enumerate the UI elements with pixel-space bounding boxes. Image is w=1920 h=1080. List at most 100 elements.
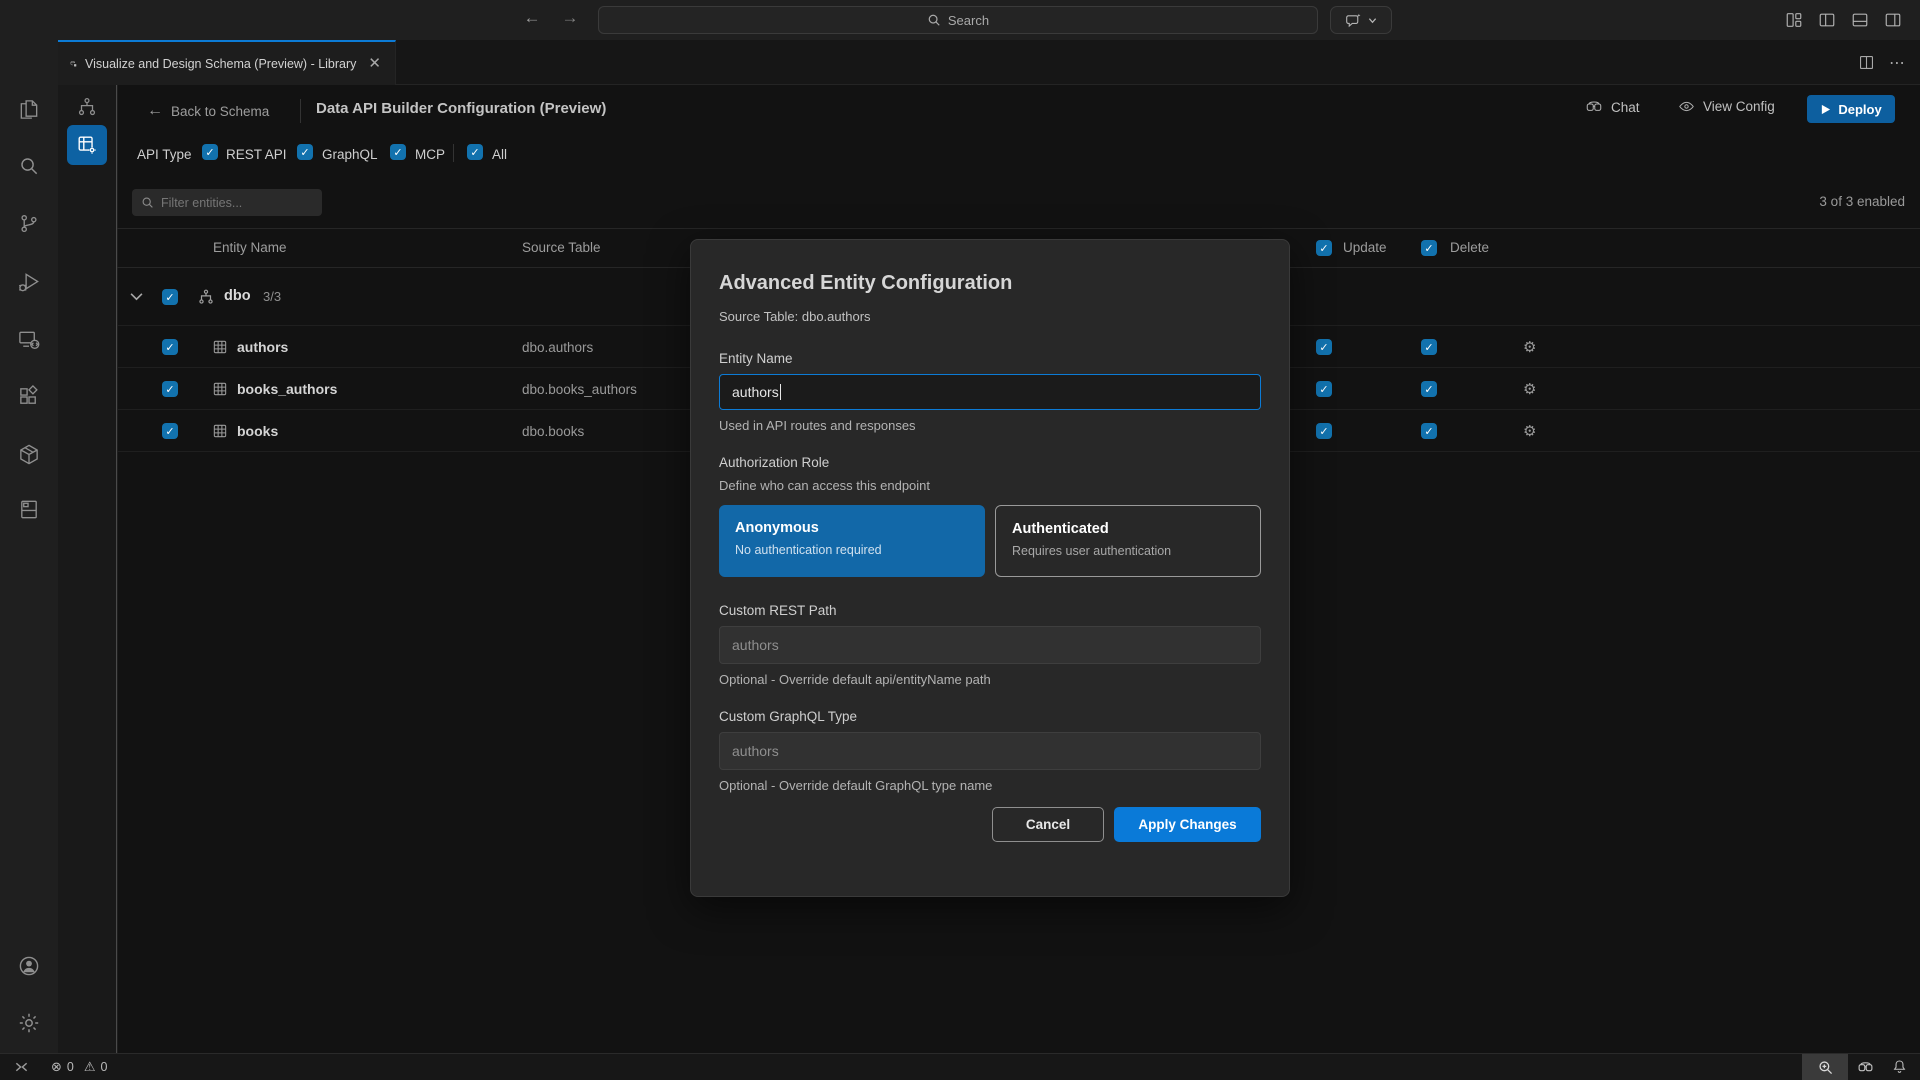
entity-name-value: authors (732, 384, 779, 400)
row-delete-checkbox[interactable] (1421, 339, 1437, 355)
schema-view-icon[interactable] (76, 96, 98, 118)
auth-option-anonymous[interactable]: Anonymous No authentication required (719, 505, 985, 577)
filter-divider (453, 144, 454, 162)
api-type-label: API Type (137, 147, 192, 162)
filter-placeholder: Filter entities... (161, 196, 242, 210)
entity-name: books (237, 423, 278, 439)
toggle-primary-sidebar-icon[interactable] (1818, 11, 1836, 29)
back-to-schema-button[interactable]: ← Back to Schema (147, 102, 269, 120)
entity-source: dbo.authors (522, 340, 593, 355)
authorization-role-label: Authorization Role (719, 455, 1261, 470)
extensions-icon[interactable] (18, 385, 41, 408)
deploy-button[interactable]: Deploy (1807, 95, 1895, 123)
authorization-role-help: Define who can access this endpoint (719, 478, 1261, 493)
row-update-checkbox[interactable] (1316, 423, 1332, 439)
left-arrow-icon: ← (147, 102, 163, 120)
zoom-indicator[interactable] (1802, 1054, 1848, 1080)
activity-bar (0, 40, 58, 1053)
toggle-secondary-sidebar-icon[interactable] (1884, 11, 1902, 29)
entity-source: dbo.books (522, 424, 584, 439)
row-settings-gear-icon[interactable]: ⚙ (1523, 380, 1536, 398)
remote-indicator-icon[interactable] (14, 1060, 29, 1074)
schema-name: dbo (224, 288, 251, 304)
rest-api-checkbox[interactable] (202, 144, 218, 160)
entity-name-help: Used in API routes and responses (719, 418, 1261, 433)
entity-name-input[interactable]: authors (719, 374, 1261, 410)
rest-api-label: REST API (226, 147, 287, 162)
row-delete-checkbox[interactable] (1421, 423, 1437, 439)
graphql-type-placeholder: authors (732, 743, 779, 759)
graphql-checkbox[interactable] (297, 144, 313, 160)
view-config-button[interactable]: View Config (1678, 98, 1775, 115)
row-settings-gear-icon[interactable]: ⚙ (1523, 422, 1536, 440)
cancel-button[interactable]: Cancel (992, 807, 1104, 842)
rest-path-input[interactable]: authors (719, 626, 1261, 664)
notifications-bell-icon[interactable] (1882, 1054, 1916, 1080)
customize-layout-icon[interactable] (1785, 11, 1803, 29)
copilot-chat-button[interactable] (1330, 6, 1392, 34)
col-update: Update (1343, 240, 1387, 255)
search-icon (927, 13, 941, 27)
row-update-checkbox[interactable] (1316, 381, 1332, 397)
row-update-checkbox[interactable] (1316, 339, 1332, 355)
auth-option-subtitle: No authentication required (735, 543, 969, 557)
command-center-search[interactable]: Search (598, 6, 1318, 34)
source-control-icon[interactable] (18, 212, 41, 235)
col-source-table: Source Table (522, 240, 601, 255)
copilot-status-icon[interactable] (1848, 1054, 1882, 1080)
package-icon[interactable] (18, 443, 41, 466)
chat-label: Chat (1611, 100, 1640, 115)
warnings-icon[interactable]: ⚠ (84, 1060, 96, 1075)
chat-sparkle-icon (1345, 12, 1362, 29)
split-editor-icon[interactable] (1858, 54, 1875, 71)
eye-icon (1678, 98, 1695, 115)
tab-label: Visualize and Design Schema (Preview) - … (85, 57, 356, 71)
more-actions-icon[interactable]: ⋯ (1889, 53, 1906, 73)
run-debug-icon[interactable] (18, 271, 41, 294)
designer-rail (58, 85, 117, 1053)
search-sidebar-icon[interactable] (18, 155, 41, 178)
errors-icon[interactable]: ⊗ (51, 1060, 62, 1075)
text-caret (780, 384, 781, 400)
error-count[interactable]: 0 (67, 1060, 74, 1074)
row-enabled-checkbox[interactable] (162, 381, 178, 397)
apply-changes-button[interactable]: Apply Changes (1114, 807, 1261, 842)
graphql-type-input[interactable]: authors (719, 732, 1261, 770)
settings-gear-icon[interactable] (17, 1011, 41, 1035)
tab-visualize-design-schema[interactable]: Visualize and Design Schema (Preview) - … (58, 40, 396, 85)
database-project-icon[interactable] (18, 498, 41, 521)
all-label: All (492, 147, 507, 162)
copilot-icon (1585, 98, 1603, 116)
row-enabled-checkbox[interactable] (162, 423, 178, 439)
remote-explorer-icon[interactable] (18, 328, 41, 351)
zoom-in-icon (1818, 1060, 1833, 1075)
all-checkbox[interactable] (467, 144, 483, 160)
update-all-checkbox[interactable] (1316, 240, 1332, 256)
delete-all-checkbox[interactable] (1421, 240, 1437, 256)
page-title: Data API Builder Configuration (Preview) (316, 100, 606, 117)
row-settings-gear-icon[interactable]: ⚙ (1523, 338, 1536, 356)
entity-name: authors (237, 339, 288, 355)
dialog-source-table: Source Table: dbo.authors (719, 309, 1261, 324)
back-to-schema-label: Back to Schema (171, 104, 269, 119)
mcp-checkbox[interactable] (390, 144, 406, 160)
explorer-icon[interactable] (18, 98, 41, 121)
account-icon[interactable] (17, 954, 41, 978)
tab-close-icon[interactable]: ✕ (364, 54, 385, 73)
entity-name-label: Entity Name (719, 351, 1261, 366)
deploy-label: Deploy (1838, 102, 1881, 117)
auth-option-authenticated[interactable]: Authenticated Requires user authenticati… (995, 505, 1261, 577)
filter-entities-input[interactable]: Filter entities... (132, 189, 322, 216)
api-builder-view-tile[interactable] (67, 125, 107, 165)
back-arrow-icon[interactable]: ← (520, 8, 544, 28)
tab-bar: Visualize and Design Schema (Preview) - … (58, 40, 1920, 85)
toggle-panel-icon[interactable] (1851, 11, 1869, 29)
warning-count[interactable]: 0 (101, 1060, 108, 1074)
entity-name: books_authors (237, 381, 337, 397)
row-enabled-checkbox[interactable] (162, 339, 178, 355)
chat-button[interactable]: Chat (1585, 98, 1640, 116)
collapse-chevron-icon[interactable] (130, 292, 143, 301)
dbo-group-checkbox[interactable] (162, 289, 178, 305)
row-delete-checkbox[interactable] (1421, 381, 1437, 397)
forward-arrow-icon[interactable]: → (558, 8, 582, 28)
